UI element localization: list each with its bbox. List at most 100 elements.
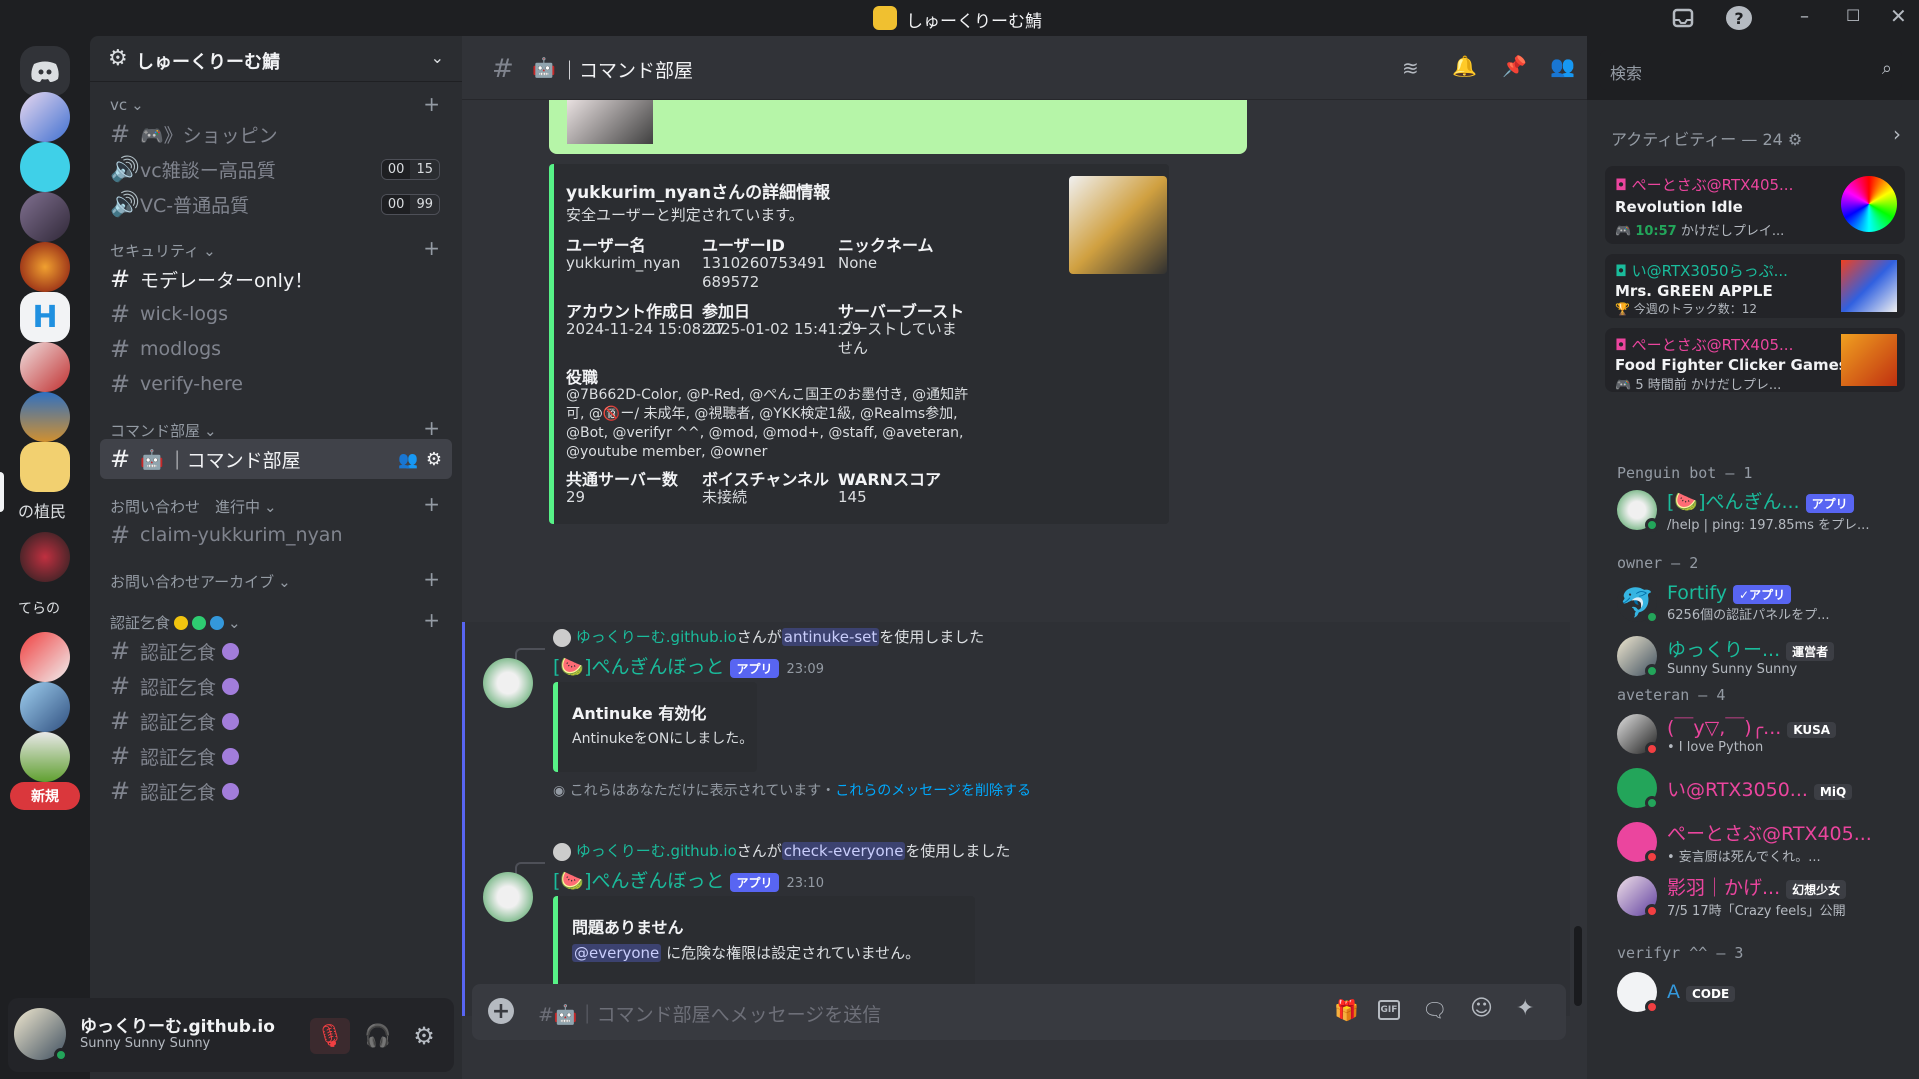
close-icon[interactable]: ✕ <box>1890 4 1907 28</box>
add-member-icon[interactable]: 👥 <box>398 450 418 469</box>
maximize-icon[interactable]: ☐ <box>1846 6 1860 25</box>
member-item[interactable]: ゆっくりー... 運営者 Sunny Sunny Sunny <box>1617 630 1907 682</box>
channel-claim[interactable]: # claim-yukkurim_nyan <box>100 515 452 555</box>
message-author[interactable]: [🍉]ぺんぎんぼっと アプリ 23:10 <box>553 866 824 893</box>
member-item[interactable]: い@RTX3050... MiQ <box>1617 762 1907 814</box>
category-inquiry-archive[interactable]: お問い合わせアーカイブ ⌄ <box>110 571 291 592</box>
gift-icon[interactable]: 🎁 <box>1334 998 1359 1022</box>
user-name[interactable]: ゆっくりーむ.github.io <box>80 1012 275 1037</box>
channel-command-room[interactable]: # 🤖 ｜コマンド部屋 👥 ⚙ <box>100 439 452 479</box>
pin-icon[interactable]: 📌 <box>1502 54 1527 78</box>
category-inquiry-active[interactable]: お問い合わせ 進行中 ⌄ <box>110 496 277 517</box>
emoji-icon[interactable]: ☺ <box>1470 996 1493 1021</box>
title-bar: しゅーくりーむ鯖 ? – ☐ ✕ <box>0 0 1919 36</box>
channel-wick-logs[interactable]: # wick-logs <box>100 294 452 334</box>
hash-icon: # <box>110 637 131 665</box>
guild-label[interactable]: てらの <box>18 598 60 618</box>
hash-icon: # <box>110 521 131 549</box>
field-value: 1310260753491689572 <box>702 254 827 291</box>
channel-auth[interactable]: # 認証乞食 <box>100 666 452 706</box>
guild-icon[interactable] <box>20 682 70 732</box>
guild-label[interactable]: の植民 <box>18 498 66 522</box>
channel-modlogs[interactable]: # modlogs <box>100 329 452 369</box>
member-item[interactable]: [🍉]ぺんぎん... アプリ/help | ping: 197.85ms をプレ.… <box>1617 484 1907 536</box>
activity-card[interactable]: ◘ ぺーとさぶ@RTX405... Food Fighter Clicker G… <box>1605 328 1905 393</box>
field-label: 共通サーバー数 <box>566 470 678 489</box>
scrollbar[interactable] <box>1574 926 1582 1006</box>
user-settings-gear-icon[interactable]: ⚙ <box>406 1018 442 1054</box>
bot-avatar[interactable] <box>483 872 533 922</box>
guild-icon[interactable] <box>20 732 70 782</box>
guild-icon[interactable] <box>20 392 70 442</box>
inbox-icon[interactable] <box>1670 6 1696 30</box>
guild-icon[interactable] <box>20 142 70 192</box>
member-item[interactable]: A CODE <box>1617 966 1907 1018</box>
category-security[interactable]: セキュリティ ⌄ <box>110 240 216 261</box>
member-item[interactable]: 影羽｜かげ... 幻想少女 7/5 17時「Crazy feels」公開 <box>1617 870 1907 922</box>
bot-avatar[interactable] <box>483 658 533 708</box>
server-header[interactable]: ⚙ しゅーくりーむ鯖 ⌄ <box>90 36 462 82</box>
category-command[interactable]: コマンド部屋 ⌄ <box>110 420 217 441</box>
add-channel-icon[interactable]: + <box>423 236 440 260</box>
home-discord-icon[interactable] <box>20 46 70 96</box>
voice-channel-high[interactable]: 🔊 vc雑談ー高品質 00 15 <box>100 149 452 189</box>
category-vc[interactable]: vc ⌄ <box>110 96 144 114</box>
add-channel-icon[interactable]: + <box>423 567 440 591</box>
guild-icon[interactable] <box>20 242 70 292</box>
minimize-icon[interactable]: – <box>1800 6 1809 27</box>
add-channel-icon[interactable]: + <box>423 92 440 116</box>
field-label: ボイスチャンネル <box>702 470 830 489</box>
guild-icon[interactable]: H <box>20 292 70 342</box>
guild-icon[interactable] <box>20 192 70 242</box>
chevron-right-icon[interactable]: › <box>1893 122 1901 146</box>
voice-channel-normal[interactable]: 🔊 VC-普通品質 00 99 <box>100 184 452 224</box>
settings-gear-icon[interactable]: ⚙ <box>426 449 442 470</box>
gif-icon[interactable]: GIF <box>1378 1000 1400 1020</box>
plus-upload-icon[interactable]: + <box>488 998 514 1024</box>
embed-title: 問題ありません <box>572 918 684 937</box>
field-label: 参加日 <box>702 302 751 321</box>
member-list-icon[interactable]: 👥 <box>1550 54 1575 78</box>
threads-icon[interactable]: ≋ <box>1402 56 1419 80</box>
apps-icon[interactable]: ✦ <box>1516 996 1534 1021</box>
category-auth[interactable]: 認証乞食 ⌄ <box>110 612 241 633</box>
guild-icon[interactable] <box>20 92 70 142</box>
channel-auth[interactable]: # 認証乞食 <box>100 701 452 741</box>
mute-mic-icon[interactable]: 🎙 <box>310 1018 350 1054</box>
channel-auth[interactable]: # 認証乞食 <box>100 771 452 811</box>
add-channel-icon[interactable]: + <box>423 608 440 632</box>
channel-verify-here[interactable]: # verify-here <box>100 364 452 404</box>
dismiss-link[interactable]: これらのメッセージを削除する <box>835 783 1031 799</box>
member-item[interactable]: ぺーとさぶ@RTX405... • 妄言厨は死んでくれ。... <box>1617 816 1907 868</box>
message-input[interactable]: #🤖｜コマンド部屋へメッセージを送信 <box>538 1000 881 1027</box>
voice-user-count: 00 15 <box>380 158 440 180</box>
channel-auth[interactable]: # 認証乞食 <box>100 631 452 671</box>
command-mention[interactable]: check-everyone <box>781 842 906 860</box>
game-icon <box>1841 176 1897 232</box>
previous-embed <box>549 100 1247 154</box>
guild-icon-current[interactable] <box>20 442 70 492</box>
activity-header[interactable]: アクティビティー — 24 ⚙ <box>1611 126 1802 150</box>
add-channel-icon[interactable]: + <box>423 492 440 516</box>
command-reply: ゆっくりーむ.github.ioさんが check-everyone を使用しました <box>553 840 1010 861</box>
new-badge[interactable]: 新規 <box>10 782 80 810</box>
channel-moderator[interactable]: # モデレーターonly！ <box>100 259 452 299</box>
activity-card[interactable]: ◘ い@RTX3050らっぷ... Mrs. GREEN APPLE 🏆 今週の… <box>1605 254 1905 318</box>
member-item[interactable]: 🐬 Fortify ✓アプリ 6256個の認証パネルをプ... <box>1617 576 1907 628</box>
add-channel-icon[interactable]: + <box>423 416 440 440</box>
message-author[interactable]: [🍉]ぺんぎんぼっと アプリ 23:09 <box>553 652 824 679</box>
guild-icon[interactable] <box>20 532 70 582</box>
activity-card[interactable]: ◘ ぺーとさぶ@RTX405... Revolution Idle 🎮 10:5… <box>1605 166 1905 244</box>
sticker-icon[interactable]: 🗨 <box>1422 998 1447 1022</box>
field-label: アカウント作成日 <box>566 302 695 321</box>
channel-auth[interactable]: # 認証乞食 <box>100 736 452 776</box>
search-input[interactable]: 検索 ⌕ <box>1600 50 1902 90</box>
headphone-icon[interactable]: 🎧 <box>360 1018 396 1054</box>
command-mention[interactable]: antinuke-set <box>781 628 880 646</box>
bell-icon[interactable]: 🔔 <box>1452 54 1477 78</box>
guild-icon[interactable] <box>20 342 70 392</box>
guild-icon[interactable] <box>20 632 70 682</box>
help-icon[interactable]: ? <box>1726 6 1752 30</box>
channel-shopping[interactable]: # 🎮》ショッピン <box>100 114 452 154</box>
member-item[interactable]: (￣y▽,￣)╭... KUSA • I love Python <box>1617 708 1907 760</box>
